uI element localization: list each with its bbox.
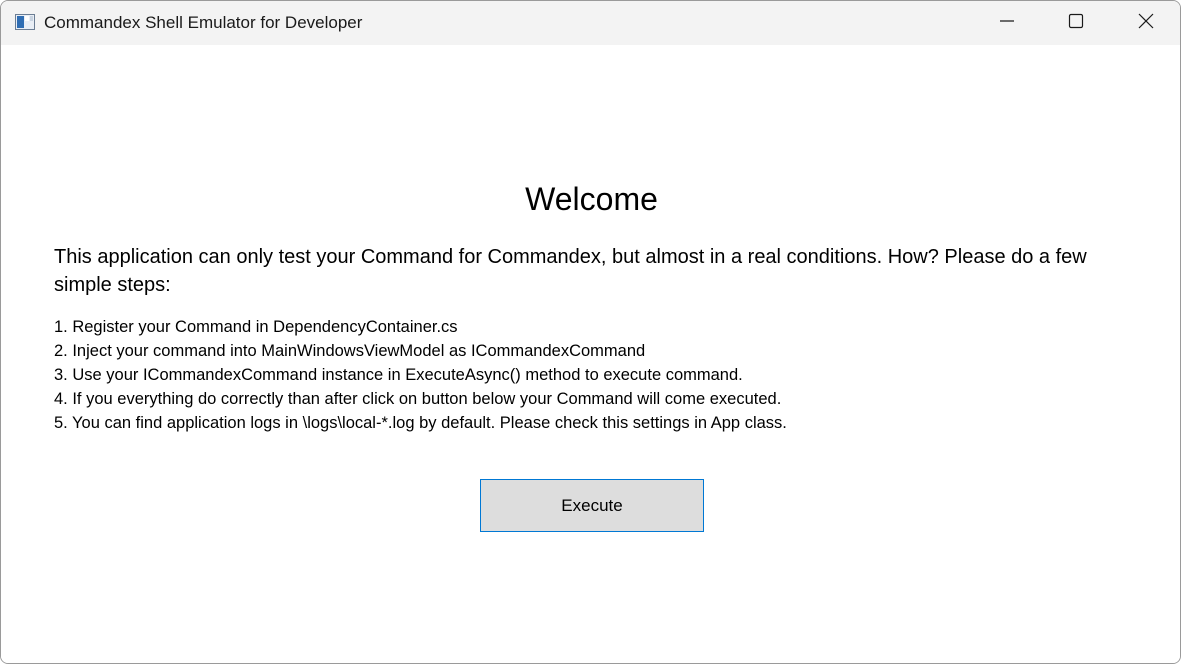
execute-button[interactable]: Execute (480, 479, 704, 532)
maximize-icon (1068, 13, 1084, 34)
close-button[interactable] (1111, 1, 1180, 45)
step-item: 4. If you everything do correctly than a… (54, 390, 782, 408)
step-item: 2. Inject your command into MainWindowsV… (54, 342, 646, 360)
close-icon (1138, 13, 1154, 34)
step-item: 1. Register your Command in DependencyCo… (54, 318, 458, 336)
title-bar[interactable]: Commandex Shell Emulator for Developer (1, 1, 1180, 45)
app-window: Commandex Shell Emulator for Developer W… (0, 0, 1181, 664)
step-item: 3. Use your ICommandexCommand instance i… (54, 366, 743, 384)
minimize-icon (999, 13, 1015, 34)
maximize-button[interactable] (1041, 1, 1111, 45)
welcome-heading: Welcome (525, 181, 658, 217)
steps-list: 1. Register your Command in DependencyCo… (54, 315, 1144, 435)
window-title: Commandex Shell Emulator for Developer (44, 13, 363, 32)
main-content: Welcome This application can only test y… (1, 45, 1180, 663)
step-item: 5. You can find application logs in \log… (54, 414, 787, 432)
app-window-icon (15, 14, 35, 30)
intro-text: This application can only test your Comm… (54, 246, 1087, 296)
minimize-button[interactable] (972, 1, 1042, 45)
